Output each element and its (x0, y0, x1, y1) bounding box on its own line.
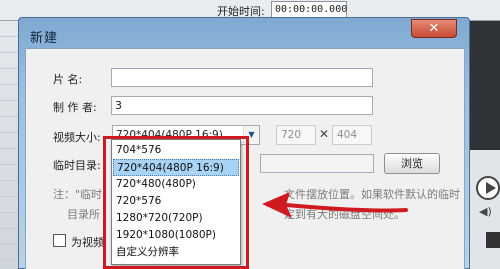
annotation-highlight-box (103, 136, 249, 269)
start-time-field[interactable]: 00:00:00.000 (271, 1, 347, 18)
name-label: 片 名: (53, 73, 83, 86)
name-field[interactable] (111, 68, 373, 87)
background-list (0, 21, 20, 269)
video-checkbox-label: 为视频 (71, 236, 104, 249)
temp-dir-label: 临时目录: (53, 159, 101, 172)
author-field[interactable]: 3 (111, 96, 373, 115)
dialog-title: 新建 (30, 31, 59, 46)
width-field[interactable]: 720 (276, 125, 316, 145)
browse-button[interactable]: 浏览 (384, 153, 440, 174)
background-side-button[interactable] (486, 232, 500, 248)
note-text-2a: 目录所 (67, 208, 100, 221)
author-label: 制 作 者: (53, 101, 97, 114)
volume-icon[interactable]: ◀) (479, 206, 495, 218)
play-icon[interactable] (476, 176, 500, 200)
close-button[interactable]: ✕ (411, 19, 457, 38)
annotation-arrow-icon (262, 192, 408, 218)
video-size-label: 视频大小: (53, 131, 101, 144)
video-checkbox[interactable] (53, 234, 66, 247)
note-text-1a: 注："临时 (53, 188, 103, 201)
multiply-icon: ✕ (319, 127, 330, 141)
height-field[interactable]: 404 (332, 125, 372, 145)
temp-dir-field[interactable] (260, 154, 374, 173)
